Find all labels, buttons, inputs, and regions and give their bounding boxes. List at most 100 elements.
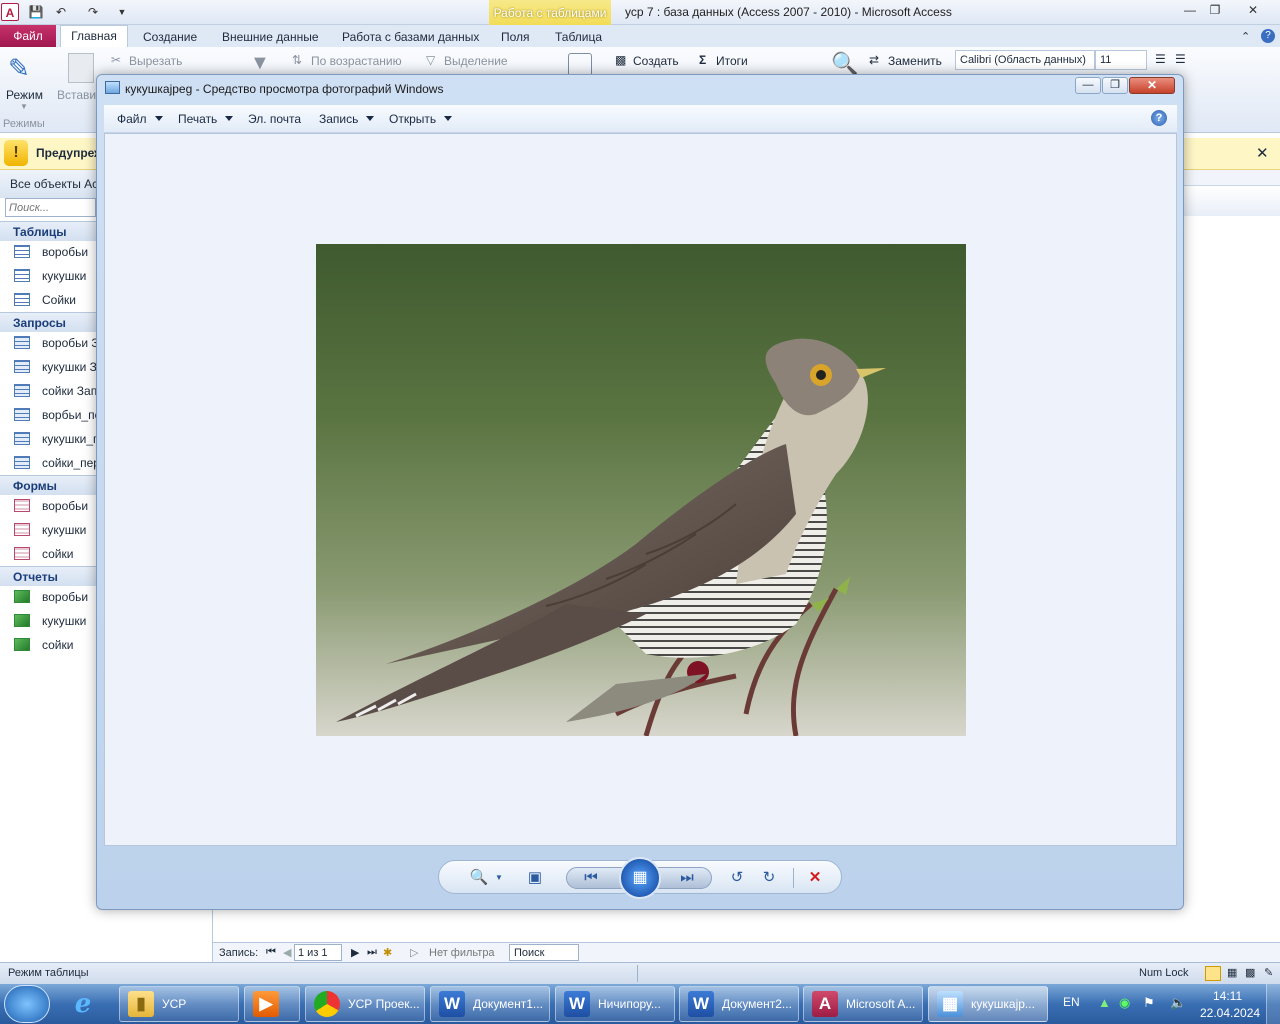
viewer-menu-item[interactable]: Файл bbox=[117, 112, 163, 126]
viewer-close-button[interactable]: ✕ bbox=[1129, 77, 1175, 94]
taskbar-item[interactable]: W Документ1... bbox=[430, 986, 550, 1022]
tray-flag-icon[interactable]: ⚑ bbox=[1143, 995, 1155, 1011]
next-record-icon[interactable]: ▶ bbox=[351, 946, 359, 959]
start-button[interactable] bbox=[4, 985, 50, 1023]
tab-file[interactable]: Файл bbox=[0, 25, 56, 47]
nav-group-header[interactable]: Запросы bbox=[0, 312, 96, 332]
previous-image-icon[interactable]: ⏮ bbox=[581, 869, 601, 887]
font-family-select[interactable]: Calibri (Область данных) bbox=[955, 50, 1095, 70]
new-record-icon-nav[interactable]: ✱ bbox=[383, 946, 392, 959]
nav-item[interactable]: кукушки_перекрестный bbox=[14, 428, 96, 450]
next-image-icon[interactable]: ⏭ bbox=[677, 869, 697, 887]
selection-button[interactable]: Выделение bbox=[444, 54, 508, 68]
nav-item[interactable]: кукушки bbox=[14, 519, 96, 541]
tray-network-icon[interactable]: ▲ bbox=[1098, 995, 1111, 1010]
slideshow-button[interactable]: ▦ bbox=[619, 857, 661, 899]
nav-item[interactable]: воробьи bbox=[14, 241, 96, 263]
cut-button[interactable]: Вырезать bbox=[129, 54, 182, 68]
taskbar-item[interactable]: W Ничипору... bbox=[555, 986, 675, 1022]
mode-dropdown-icon[interactable]: ▼ bbox=[20, 102, 28, 111]
font-size-select[interactable]: 11 bbox=[1095, 50, 1147, 70]
nav-item[interactable]: кукушки bbox=[14, 610, 96, 632]
nav-item[interactable]: сойки bbox=[14, 543, 96, 565]
show-desktop-button[interactable] bbox=[1266, 984, 1280, 1024]
nav-item[interactable]: кукушки Запрос bbox=[14, 356, 96, 378]
taskbar-item[interactable]: ▮ УСР bbox=[119, 986, 239, 1022]
filter-status-text[interactable]: Нет фильтра bbox=[429, 947, 495, 959]
restore-button[interactable]: ❐ bbox=[1203, 1, 1227, 19]
tab-external-data[interactable]: Внешние данные bbox=[222, 27, 319, 47]
first-record-icon[interactable]: ⏮ bbox=[266, 946, 276, 959]
access-app-icon[interactable]: A bbox=[1, 3, 19, 21]
viewer-help-icon[interactable]: ? bbox=[1151, 110, 1167, 126]
tab-fields[interactable]: Поля bbox=[501, 27, 530, 47]
actual-size-icon[interactable]: ▣ bbox=[525, 869, 545, 887]
language-indicator[interactable]: EN bbox=[1063, 995, 1080, 1009]
last-record-icon[interactable]: ⏭ bbox=[367, 946, 377, 959]
viewer-minimize-button[interactable]: — bbox=[1075, 77, 1101, 94]
undo-icon[interactable]: ↶ bbox=[52, 3, 70, 21]
nav-item[interactable]: сойки_перекрестный bbox=[14, 452, 96, 474]
nav-item[interactable]: воробьи bbox=[14, 586, 96, 608]
warning-close-icon[interactable]: ✕ bbox=[1256, 144, 1269, 162]
tab-table[interactable]: Таблица bbox=[555, 27, 602, 47]
tab-database-tools[interactable]: Работа с базами данных bbox=[342, 27, 479, 47]
record-position-input[interactable]: 1 из 1 bbox=[294, 944, 342, 961]
viewer-menu-item[interactable]: Печать bbox=[178, 112, 234, 126]
nav-group-header[interactable]: Формы bbox=[0, 475, 96, 495]
nav-item[interactable]: воробьи bbox=[14, 495, 96, 517]
tray-app-icon[interactable]: ◉ bbox=[1119, 995, 1130, 1011]
save-icon[interactable]: 💾 bbox=[27, 3, 45, 21]
nav-group-header[interactable]: Отчеты bbox=[0, 566, 96, 586]
bullets-icon[interactable]: ☰ bbox=[1155, 52, 1166, 66]
clock-date[interactable]: 22.04.2024 bbox=[1200, 1006, 1260, 1020]
zoom-icon[interactable]: 🔍 bbox=[469, 869, 489, 887]
numbering-icon[interactable]: ☰ bbox=[1175, 52, 1186, 66]
design-view-icon[interactable]: ✎ bbox=[1264, 966, 1273, 979]
redo-icon[interactable]: ↷ bbox=[84, 3, 102, 21]
help-icon[interactable]: ? bbox=[1261, 29, 1275, 43]
taskbar-item[interactable]: ▶ bbox=[244, 986, 300, 1022]
taskbar-item[interactable]: A Microsoft A... bbox=[803, 986, 923, 1022]
tab-create[interactable]: Создание bbox=[143, 27, 197, 47]
ie-icon[interactable]: e bbox=[60, 987, 106, 1021]
customize-qat-icon[interactable]: ▼ bbox=[113, 3, 131, 21]
nav-item[interactable]: сойки bbox=[14, 634, 96, 656]
totals-button[interactable]: Итоги bbox=[716, 54, 748, 68]
ribbon-collapse-icon[interactable]: ⌃ bbox=[1241, 27, 1250, 47]
rotate-ccw-icon[interactable]: ↺ bbox=[727, 869, 747, 887]
pivotchart-view-icon[interactable]: ▩ bbox=[1245, 966, 1255, 979]
nav-group-header[interactable]: Таблицы bbox=[0, 221, 96, 241]
new-record-button[interactable]: Создать bbox=[633, 54, 679, 68]
viewer-menu-item[interactable]: Запись bbox=[319, 112, 375, 126]
prev-record-icon[interactable]: ◀ bbox=[283, 946, 291, 959]
zoom-dropdown-icon[interactable]: ▼ bbox=[489, 869, 509, 887]
rotate-cw-icon[interactable]: ↻ bbox=[759, 869, 779, 887]
viewer-menu-item[interactable]: Открыть bbox=[389, 112, 453, 126]
record-search-input[interactable]: Поиск bbox=[509, 944, 579, 961]
filter-icon[interactable]: ▼ bbox=[250, 52, 270, 75]
viewer-maximize-button[interactable]: ❐ bbox=[1102, 77, 1128, 94]
nav-pane-header[interactable]: Все объекты Access bbox=[0, 170, 96, 198]
tab-home[interactable]: Главная bbox=[60, 25, 128, 48]
replace-button[interactable]: Заменить bbox=[888, 54, 942, 68]
nav-search-input[interactable] bbox=[5, 198, 96, 217]
taskbar-item[interactable]: W Документ2... bbox=[679, 986, 799, 1022]
viewer-menu-item[interactable]: Эл. почта bbox=[248, 112, 301, 126]
nav-item[interactable]: ворбьи_перекрестный bbox=[14, 404, 96, 426]
nav-item[interactable]: воробьи Запрос bbox=[14, 332, 96, 354]
taskbar-item[interactable]: УСР Проек... bbox=[305, 986, 425, 1022]
taskbar-item[interactable]: ▦ кукушкаjp... bbox=[928, 986, 1048, 1022]
close-button[interactable]: ✕ bbox=[1241, 1, 1265, 19]
mode-button[interactable]: Режим bbox=[6, 88, 43, 102]
nav-item[interactable]: сойки Запрос bbox=[14, 380, 96, 402]
pivottable-view-icon[interactable]: ▦ bbox=[1227, 966, 1237, 979]
minimize-button[interactable]: — bbox=[1178, 1, 1202, 19]
delete-icon[interactable]: ✕ bbox=[805, 869, 825, 887]
nav-item[interactable]: Сойки bbox=[14, 289, 96, 311]
nav-item[interactable]: кукушки bbox=[14, 265, 96, 287]
tray-volume-icon[interactable]: 🔈 bbox=[1170, 995, 1186, 1011]
datasheet-view-icon[interactable] bbox=[1205, 966, 1221, 981]
clock-time[interactable]: 14:11 bbox=[1213, 989, 1242, 1003]
sort-asc-button[interactable]: По возрастанию bbox=[311, 54, 402, 68]
